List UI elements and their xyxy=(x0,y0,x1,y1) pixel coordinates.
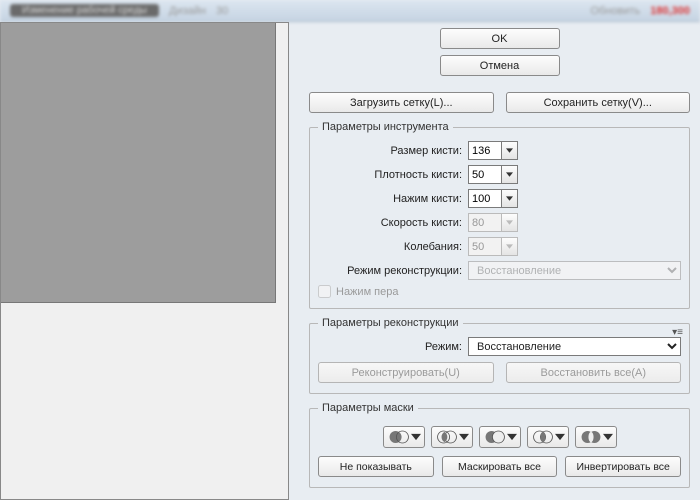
brush-density-label: Плотность кисти: xyxy=(318,169,468,181)
reconstruction-flyout-icon[interactable]: ▾≡ xyxy=(672,327,683,338)
turbulence-dropdown xyxy=(502,237,518,256)
mask-none-button[interactable]: Не показывать xyxy=(318,456,434,477)
mask-invert-icon[interactable] xyxy=(575,426,617,448)
titlebar-pill: Изменение рабочей среды xyxy=(10,4,159,17)
tool-options-group: Параметры инструмента Размер кисти: Плот… xyxy=(309,121,690,309)
brush-density-dropdown[interactable] xyxy=(502,165,518,184)
turbulence-stepper xyxy=(468,237,520,256)
brush-pressure-label: Нажим кисти: xyxy=(318,193,468,205)
mask-add-icon[interactable] xyxy=(431,426,473,448)
brush-pressure-stepper[interactable] xyxy=(468,189,520,208)
chevron-down-icon[interactable] xyxy=(411,429,421,445)
brush-size-stepper[interactable] xyxy=(468,141,520,160)
recon-mode-label: Режим реконструкции: xyxy=(318,265,468,277)
brush-density-input[interactable] xyxy=(468,165,502,184)
mask-options-group: Параметры маски xyxy=(309,402,690,488)
load-mesh-button[interactable]: Загрузить сетку(L)... xyxy=(309,92,494,113)
brush-rate-stepper xyxy=(468,213,520,232)
pen-pressure-checkbox xyxy=(318,285,331,298)
reconstruction-group: Параметры реконструкции ▾≡ Режим: Восста… xyxy=(309,317,690,394)
brush-density-stepper[interactable] xyxy=(468,165,520,184)
brush-pressure-input[interactable] xyxy=(468,189,502,208)
brush-pressure-dropdown[interactable] xyxy=(502,189,518,208)
window-titlebar: Изменение рабочей среды Дизайн 30 Обнови… xyxy=(0,0,700,22)
tool-options-legend: Параметры инструмента xyxy=(318,121,453,133)
brush-rate-input xyxy=(468,213,502,232)
brush-size-input[interactable] xyxy=(468,141,502,160)
restore-all-button: Восстановить все(A) xyxy=(506,362,682,383)
recon-mode-select: Восстановление xyxy=(468,261,681,280)
mask-intersect-icon[interactable] xyxy=(527,426,569,448)
turbulence-input xyxy=(468,237,502,256)
reconstruct-button: Реконструировать(U) xyxy=(318,362,494,383)
ok-button[interactable]: OK xyxy=(440,28,560,49)
brush-rate-label: Скорость кисти: xyxy=(318,217,468,229)
mask-invert-button[interactable]: Инвертировать все xyxy=(565,456,681,477)
reconstruction-legend: Параметры реконструкции xyxy=(318,317,463,329)
cancel-button[interactable]: Отмена xyxy=(440,55,560,76)
preview-image[interactable] xyxy=(1,23,276,303)
mask-options-legend: Параметры маски xyxy=(318,402,418,414)
chevron-down-icon[interactable] xyxy=(555,429,565,445)
brush-size-label: Размер кисти: xyxy=(318,145,468,157)
chevron-down-icon[interactable] xyxy=(603,429,613,445)
recon-mode2-select[interactable]: Восстановление xyxy=(468,337,681,356)
preview-canvas[interactable] xyxy=(0,22,289,500)
save-mesh-button[interactable]: Сохранить сетку(V)... xyxy=(506,92,691,113)
recon-mode2-label: Режим: xyxy=(318,341,468,353)
pen-pressure-label: Нажим пера xyxy=(336,286,399,298)
options-panel: OK Отмена Загрузить сетку(L)... Сохранит… xyxy=(289,22,700,500)
brush-size-dropdown[interactable] xyxy=(502,141,518,160)
brush-rate-dropdown xyxy=(502,213,518,232)
chevron-down-icon[interactable] xyxy=(507,429,517,445)
mask-all-button[interactable]: Маскировать все xyxy=(442,456,558,477)
turbulence-label: Колебания: xyxy=(318,241,468,253)
mask-replace-icon[interactable] xyxy=(383,426,425,448)
mask-subtract-icon[interactable] xyxy=(479,426,521,448)
resize-handle[interactable] xyxy=(274,23,288,37)
chevron-down-icon[interactable] xyxy=(459,429,469,445)
